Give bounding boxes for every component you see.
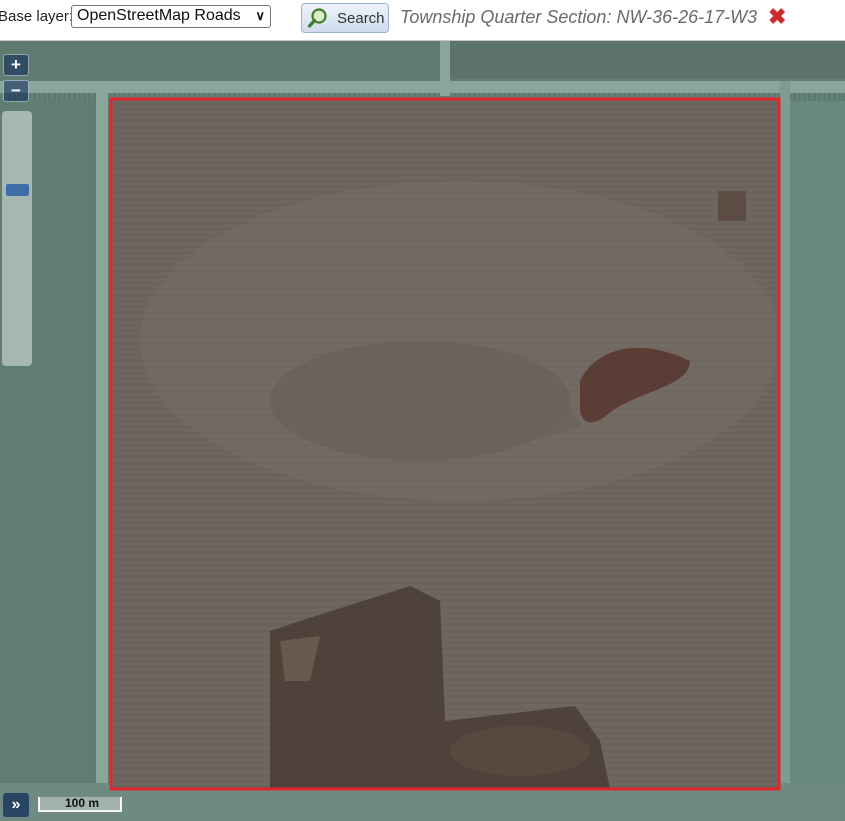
expand-layer-switcher-button[interactable]: »: [3, 793, 29, 817]
zoom-slider[interactable]: [2, 111, 32, 366]
base-layer-label: Base layer:: [0, 8, 74, 25]
zoom-in-button[interactable]: +: [3, 54, 29, 76]
map-viewport[interactable]: + − » 100 m: [0, 41, 845, 821]
scale-bar: 100 m: [38, 796, 122, 812]
magnifier-icon: [307, 8, 327, 28]
toolbar: Base layer: OpenStreetMap Roads ∨ Search…: [0, 0, 845, 41]
scale-label: 100 m: [64, 796, 100, 810]
base-layer-select[interactable]: OpenStreetMap Roads ∨: [71, 5, 271, 28]
zoom-out-button[interactable]: −: [3, 80, 29, 102]
satellite-imagery: [0, 41, 845, 821]
search-button[interactable]: Search: [301, 3, 389, 33]
close-icon[interactable]: ✖: [768, 6, 786, 28]
chevron-down-icon: ∨: [255, 8, 265, 23]
quarter-section-title: Township Quarter Section: NW-36-26-17-W3: [400, 7, 758, 27]
base-layer-selected-value: OpenStreetMap Roads: [77, 7, 241, 24]
search-label: Search: [337, 10, 385, 27]
zoom-slider-handle[interactable]: [6, 184, 29, 196]
